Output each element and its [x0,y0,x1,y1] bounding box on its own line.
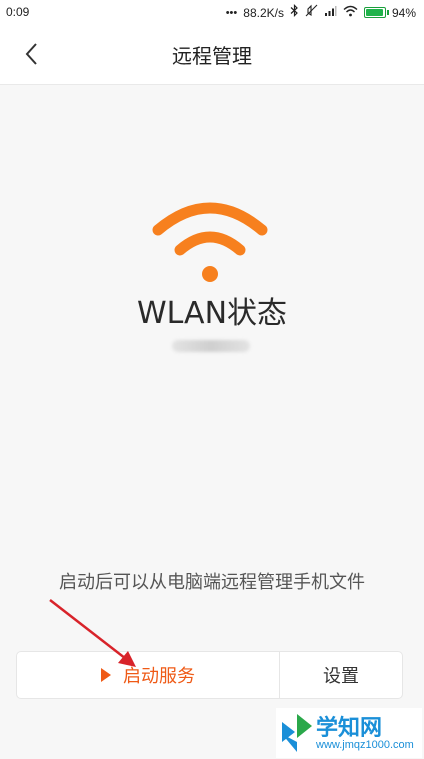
page-title: 远程管理 [172,44,252,68]
wifi-icon [152,202,268,282]
status-bar: 0:09 ••• 88.2K/s 94% [0,0,424,24]
mute-icon [305,4,318,21]
battery-icon [363,7,389,18]
hint-text: 启动后可以从电脑端远程管理手机文件 [59,572,365,593]
watermark-url: www.jmqz1000.com [316,739,414,751]
blurred-ip-address [172,340,250,352]
network-speed: 88.2K/s [243,5,284,20]
start-service-label: 启动服务 [123,666,195,687]
status-icons: ••• 88.2K/s 94% [226,4,416,21]
dots-icon: ••• [225,6,238,19]
settings-label: 设置 [323,666,359,687]
wifi-icon [343,5,358,21]
start-service-button[interactable]: 启动服务 [17,652,280,698]
watermark: 学知网 www.jmqz1000.com [276,708,422,758]
watermark-logo-icon [282,714,312,752]
battery-percent: 94% [391,5,416,20]
bluetooth-icon [290,4,299,21]
play-icon [101,668,111,682]
action-bar: 启动服务 设置 [16,651,403,699]
signal-icon [324,5,337,21]
status-time: 0:09 [6,5,30,19]
annotation-arrow [49,599,136,667]
settings-button[interactable]: 设置 [280,652,402,698]
wlan-status-title: WLAN状态 [136,296,288,331]
header-bar: 远程管理 [0,24,424,85]
watermark-title: 学知网 [316,716,383,741]
